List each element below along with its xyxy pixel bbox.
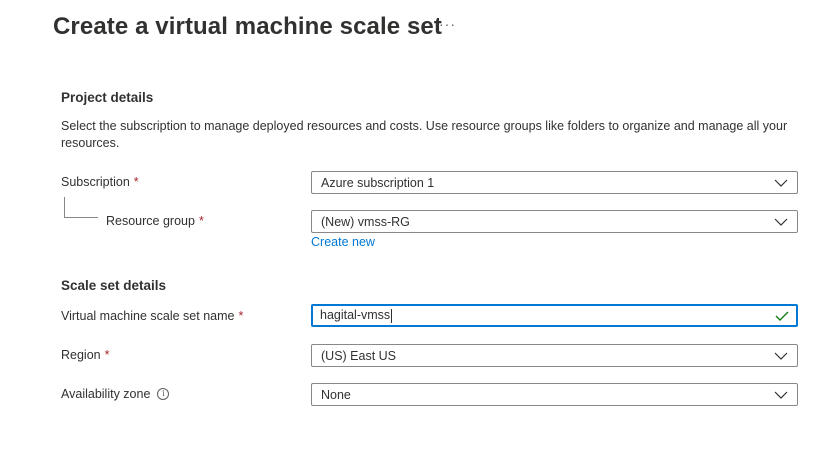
vmss-name-label: Virtual machine scale set name * [61, 305, 243, 327]
title-row: Create a virtual machine scale set [53, 10, 442, 44]
region-label-text: Region [61, 348, 101, 362]
subscription-label-text: Subscription [61, 175, 130, 189]
required-marker: * [238, 309, 244, 323]
resource-group-value: (New) vmss-RG [321, 214, 410, 229]
availability-zone-dropdown[interactable]: None [311, 383, 798, 406]
hierarchy-connector [64, 197, 98, 218]
chevron-down-icon [769, 172, 793, 193]
resource-group-label-text: Resource group [106, 214, 195, 228]
chevron-down-icon [769, 384, 793, 405]
availability-zone-label: Availability zone i [61, 383, 170, 405]
availability-zone-value: None [321, 387, 351, 402]
text-caret [391, 308, 393, 323]
checkmark-icon [771, 311, 793, 321]
vmss-name-text: hagital-vmss [320, 308, 391, 323]
scale-set-details-heading: Scale set details [61, 278, 167, 293]
required-marker: * [104, 348, 110, 362]
required-marker: * [198, 214, 204, 228]
required-marker: * [133, 175, 139, 189]
create-vmss-page: Create a virtual machine scale set ··· P… [0, 0, 826, 460]
vmss-name-value: hagital-vmss [320, 308, 771, 323]
availability-zone-label-text: Availability zone [61, 387, 151, 401]
subscription-value: Azure subscription 1 [321, 175, 435, 190]
region-dropdown[interactable]: (US) East US [311, 344, 798, 367]
info-icon[interactable]: i [157, 388, 170, 400]
chevron-down-icon [769, 345, 793, 366]
subscription-dropdown[interactable]: Azure subscription 1 [311, 171, 798, 194]
page-title: Create a virtual machine scale set [53, 13, 442, 40]
more-options-button[interactable]: ··· [439, 16, 456, 32]
region-label: Region * [61, 344, 110, 366]
subscription-label: Subscription * [61, 171, 139, 193]
project-details-description: Select the subscription to manage deploy… [61, 119, 788, 150]
region-value: (US) East US [321, 348, 397, 363]
create-new-resource-group-link[interactable]: Create new [311, 235, 375, 249]
vmss-name-input[interactable]: hagital-vmss [311, 304, 798, 327]
resource-group-dropdown[interactable]: (New) vmss-RG [311, 210, 798, 233]
chevron-down-icon [769, 211, 793, 232]
vmss-name-label-text: Virtual machine scale set name [61, 309, 235, 323]
resource-group-label: Resource group * [106, 210, 204, 232]
project-details-heading: Project details [61, 90, 154, 105]
